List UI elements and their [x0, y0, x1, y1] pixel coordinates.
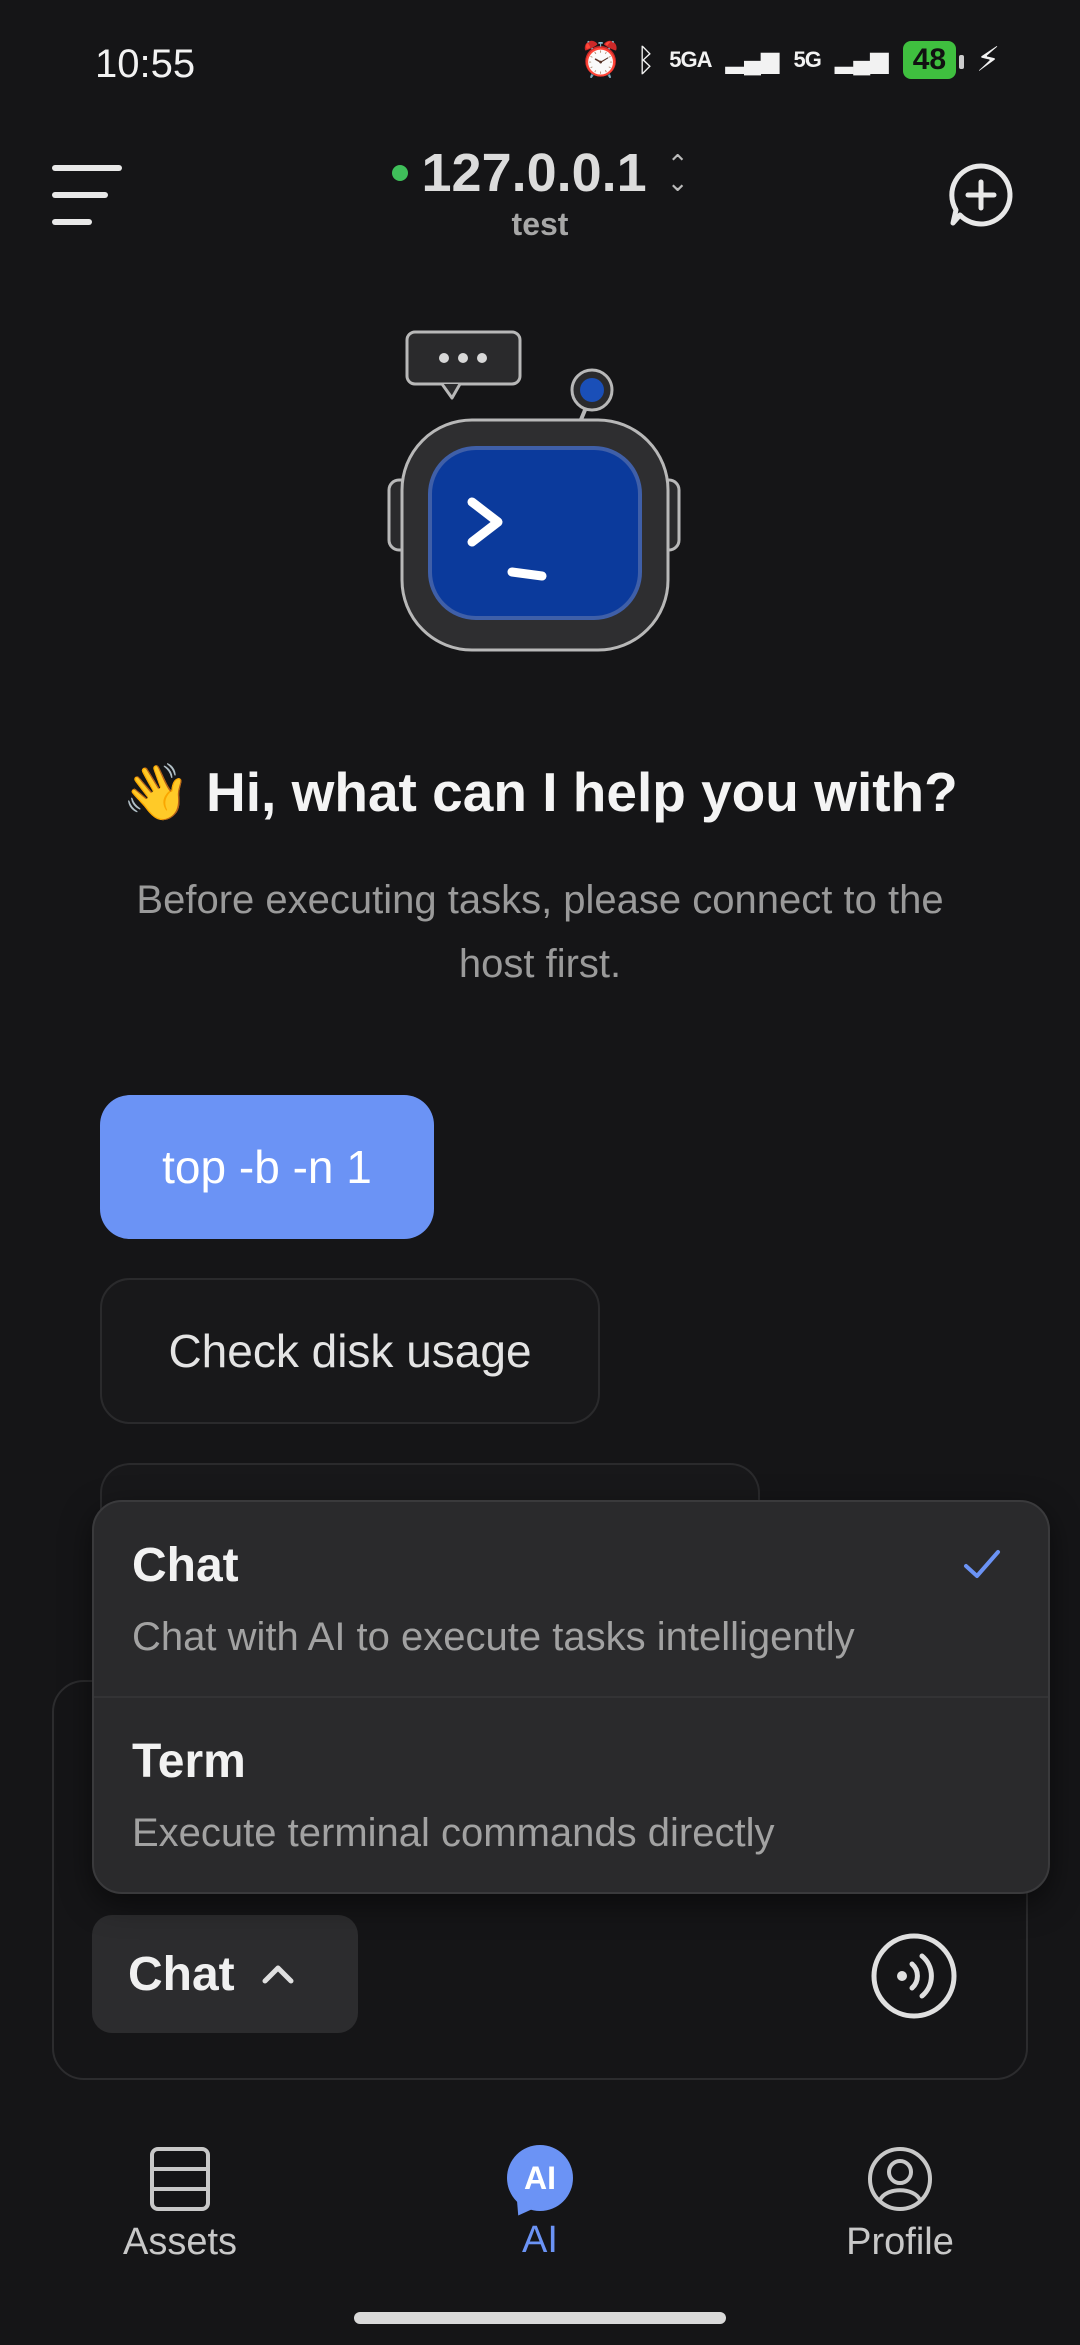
nav-label: Profile: [846, 2221, 954, 2263]
host-ip: 127.0.0.1: [421, 143, 647, 203]
user-circle-icon: [868, 2147, 932, 2211]
voice-input-icon[interactable]: [870, 1932, 958, 2020]
nav-label: AI: [522, 2219, 558, 2261]
mode-option-term[interactable]: Term Execute terminal commands directly: [94, 1734, 1048, 1856]
mode-option-title: Term: [132, 1735, 246, 1788]
home-indicator[interactable]: [354, 2312, 726, 2324]
alarm-icon: ⏰: [579, 41, 623, 79]
chevron-up-icon: [262, 1965, 294, 1984]
host-selector[interactable]: 127.0.0.1 ⌃ ⌄ test: [0, 142, 1080, 243]
nav-item-ai[interactable]: AI AI: [440, 2145, 640, 2262]
mode-option-description: Chat with AI to execute tasks intelligen…: [132, 1615, 855, 1659]
nav-label: Assets: [122, 2221, 238, 2263]
switch-host-icon: ⌃ ⌄: [666, 149, 689, 197]
robot-terminal-illustration: [387, 330, 681, 652]
suggestion-chip[interactable]: top -b -n 1: [100, 1095, 434, 1239]
connection-status-dot: [391, 165, 408, 181]
ai-chat-icon: AI: [507, 2145, 573, 2211]
mode-option-description: Execute terminal commands directly: [132, 1811, 775, 1855]
checkmark-icon: [964, 1550, 1000, 1578]
host-name: test: [511, 206, 569, 242]
wave-emoji: 👋: [122, 761, 191, 823]
new-chat-icon[interactable]: [948, 162, 1014, 228]
mode-selector-button[interactable]: Chat: [92, 1915, 358, 2033]
signal-5g-label: 5G: [793, 47, 821, 72]
status-time: 10:55: [95, 42, 196, 86]
greeting-title: 👋 Hi, what can I help you with?: [0, 760, 1080, 825]
mode-option-title: Chat: [132, 1539, 239, 1592]
signal-5ga-label: 5GA: [669, 47, 712, 72]
status-icons: ⏰ ᛒ 5GA ▂▄▆ 5G ▂▄▆ 48 ⚡: [580, 40, 1000, 80]
signal-bars-icon: ▂▄▆: [834, 46, 889, 74]
greeting-text: Hi, what can I help you with?: [206, 761, 958, 823]
suggestion-chip[interactable]: Check disk usage: [100, 1278, 600, 1424]
signal-bars-icon: ▂▄▆: [725, 46, 780, 74]
greeting-subtitle: Before executing tasks, please connect t…: [136, 878, 944, 986]
nav-item-assets[interactable]: Assets: [80, 2145, 280, 2264]
server-stack-icon: [150, 2147, 210, 2211]
nav-item-profile[interactable]: Profile: [800, 2145, 1000, 2264]
divider: [94, 1696, 1048, 1698]
charging-icon: ⚡: [976, 41, 1000, 79]
battery-level: 48: [902, 41, 965, 79]
mode-dropdown-menu: Chat Chat with AI to execute tasks intel…: [92, 1500, 1050, 1894]
mode-selector-label: Chat: [128, 1947, 235, 2001]
mode-option-chat[interactable]: Chat Chat with AI to execute tasks intel…: [94, 1538, 1048, 1660]
bluetooth-icon: ᛒ: [636, 41, 656, 78]
